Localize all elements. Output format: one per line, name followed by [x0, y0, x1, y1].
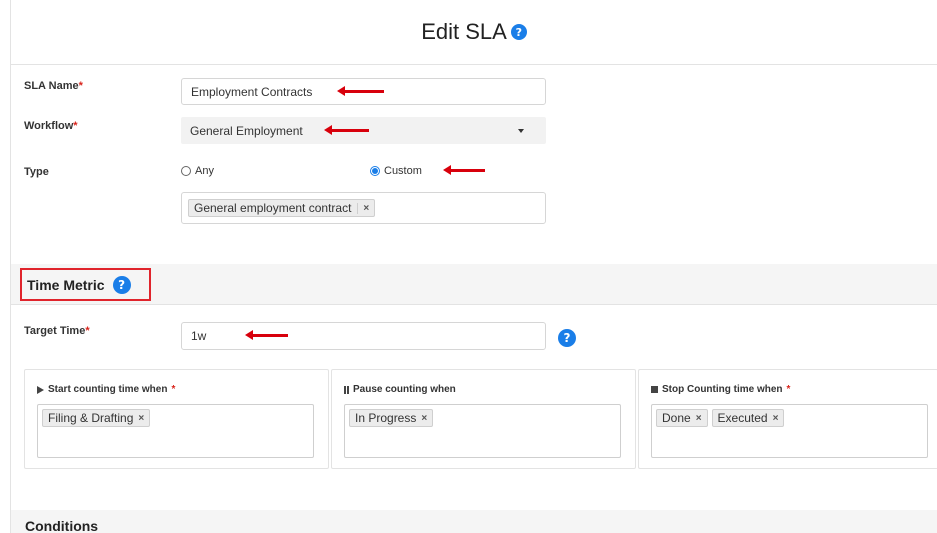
remove-tag-icon[interactable]: × [696, 413, 702, 424]
annotation-arrow [443, 165, 485, 175]
start-counting-label: Start counting time when * [37, 384, 175, 395]
pause-counting-label-text: Pause counting when [353, 384, 456, 395]
required-mark: * [78, 80, 83, 92]
remove-tag-icon[interactable]: × [138, 413, 144, 424]
page-header: Edit SLA ? [11, 0, 937, 65]
help-icon[interactable]: ? [510, 24, 527, 40]
page-title-text: Edit SLA [421, 19, 507, 44]
stop-counting-label: Stop Counting time when * [651, 384, 790, 395]
tag-chip: Filing & Drafting × [42, 409, 151, 427]
remove-tag-icon[interactable]: × [421, 413, 427, 424]
stop-icon [651, 386, 658, 393]
workflow-label-text: Workflow [24, 120, 74, 132]
type-label-text: Type [24, 166, 49, 178]
tag-label: Executed [717, 411, 768, 425]
radio-checked-icon [370, 166, 380, 176]
start-counting-label-text: Start counting time when [48, 384, 168, 395]
required-mark: * [786, 384, 791, 395]
tag-label: Filing & Drafting [48, 411, 134, 425]
time-metric-title: Time Metric ? [27, 275, 131, 294]
type-radio-any[interactable]: Any [181, 165, 214, 177]
sla-name-label-text: SLA Name [24, 80, 79, 92]
type-radio-custom[interactable]: Custom [370, 165, 422, 177]
radio-any-label: Any [195, 165, 214, 177]
annotation-arrow [245, 330, 288, 340]
stop-counting-panel: Stop Counting time when * Done × Executed… [638, 369, 937, 469]
workflow-value: General Employment [190, 123, 303, 138]
sla-name-label: SLA Name* [24, 80, 83, 92]
page-title: Edit SLA ? [421, 19, 527, 45]
required-mark: * [85, 325, 90, 337]
tag-label: In Progress [355, 411, 417, 425]
target-time-value: 1w [191, 329, 207, 343]
stop-counting-input[interactable]: Done × Executed × [651, 404, 928, 458]
help-icon[interactable]: ? [558, 329, 576, 347]
time-metric-highlight-box: Time Metric ? [20, 268, 151, 301]
tag-chip: In Progress × [349, 409, 434, 427]
conditions-section-header [11, 510, 937, 533]
start-counting-panel: Start counting time when * Filing & Draft… [24, 369, 329, 469]
radio-custom-label: Custom [384, 165, 422, 177]
pause-counting-label: Pause counting when [344, 384, 456, 395]
required-mark: * [73, 120, 78, 132]
type-tags-input[interactable]: General employment contract × [181, 192, 546, 224]
target-time-label-text: Target Time [24, 325, 86, 337]
target-time-input[interactable]: 1w [181, 322, 546, 350]
type-label: Type [24, 166, 49, 178]
tag-chip: Done × [656, 409, 708, 427]
conditions-title-text: Conditions [25, 518, 99, 533]
stop-counting-label-text: Stop Counting time when [662, 384, 783, 395]
tag-label: Done [662, 411, 691, 425]
time-metric-title-text: Time Metric [27, 276, 105, 293]
annotation-arrow [324, 125, 369, 135]
remove-tag-icon[interactable]: × [773, 413, 779, 424]
annotation-arrow [337, 86, 384, 96]
tag-chip: Executed × [711, 409, 785, 427]
pause-counting-panel: Pause counting when In Progress × [331, 369, 636, 469]
conditions-title: Conditions [25, 518, 98, 533]
pause-counting-input[interactable]: In Progress × [344, 404, 621, 458]
sla-name-value: Employment Contracts [191, 84, 313, 99]
remove-tag-icon[interactable]: × [357, 202, 369, 214]
help-icon[interactable]: ? [112, 275, 131, 294]
radio-unchecked-icon [181, 166, 191, 176]
pause-icon [344, 385, 349, 394]
target-time-label: Target Time* [24, 325, 90, 337]
workflow-label: Workflow* [24, 120, 78, 132]
required-mark: * [171, 384, 176, 395]
play-icon [37, 385, 44, 394]
edit-sla-page: Edit SLA ? SLA Name* Employment Contract… [10, 0, 937, 533]
tag-label: General employment contract [194, 201, 352, 215]
start-counting-input[interactable]: Filing & Drafting × [37, 404, 314, 458]
tag-chip: General employment contract × [188, 199, 376, 217]
caret-down-icon [518, 129, 524, 133]
